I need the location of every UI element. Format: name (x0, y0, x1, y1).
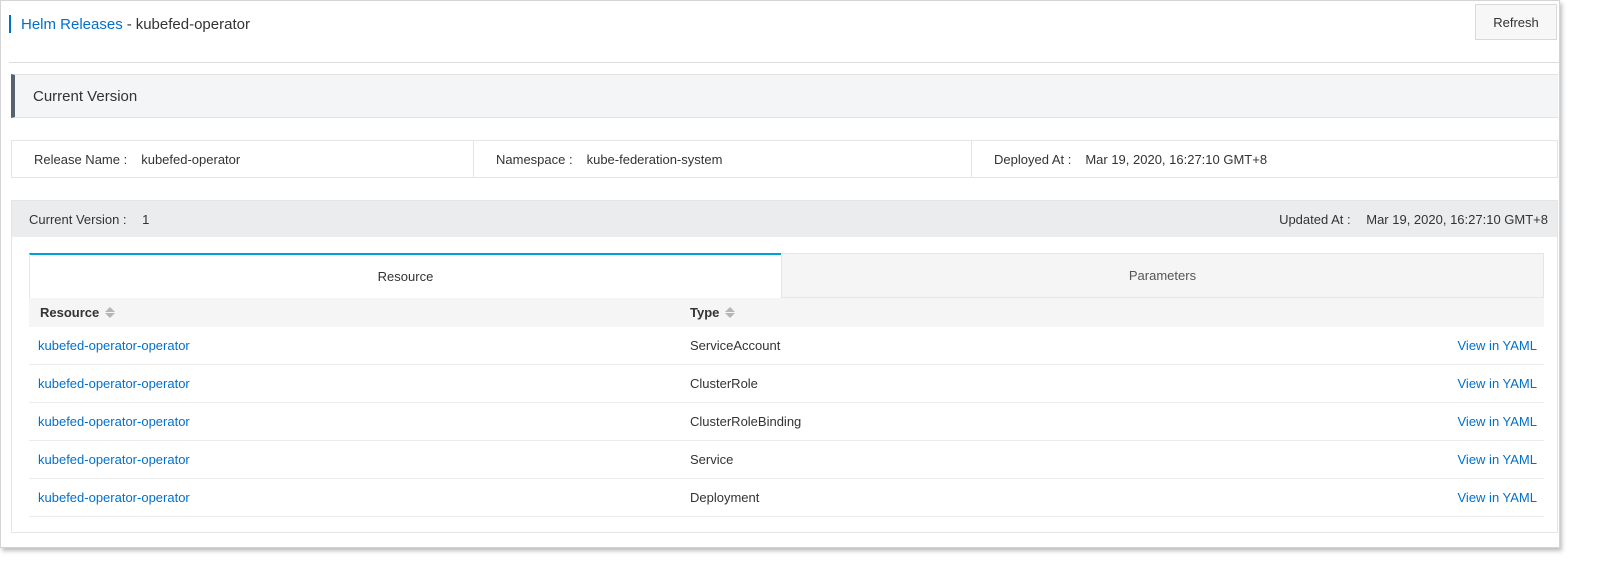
resource-type: ClusterRole (690, 376, 758, 391)
updated-at-value: Mar 19, 2020, 16:27:10 GMT+8 (1366, 211, 1548, 227)
resource-link[interactable]: kubefed-operator-operator (29, 376, 690, 391)
table-row: kubefed-operator-operator ServiceAccount… (29, 327, 1544, 365)
breadcrumb-helm-releases-link[interactable]: Helm Releases (21, 16, 123, 33)
sort-icon[interactable] (105, 307, 116, 318)
column-resource-label: Resource (40, 305, 100, 320)
breadcrumb-separator: - (126, 15, 132, 33)
release-info-row: Release Name : kubefed-operator Namespac… (11, 140, 1558, 178)
view-in-yaml-link[interactable]: View in YAML (1424, 452, 1544, 467)
table-row: kubefed-operator-operator Service View i… (29, 441, 1544, 479)
resource-link[interactable]: kubefed-operator-operator (29, 490, 690, 505)
deployed-at-label: Deployed At : (994, 151, 1072, 167)
view-in-yaml-link[interactable]: View in YAML (1424, 338, 1544, 353)
breadcrumb-current: kubefed-operator (135, 15, 250, 33)
view-in-yaml-link[interactable]: View in YAML (1424, 414, 1544, 429)
namespace-cell: Namespace : kube-federation-system (473, 141, 971, 177)
tab-bar: Resource Parameters (29, 253, 1544, 298)
updated-at: Updated At : Mar 19, 2020, 16:27:10 GMT+… (1279, 212, 1548, 227)
deployed-at-cell: Deployed At : Mar 19, 2020, 16:27:10 GMT… (971, 141, 1557, 177)
tab-parameters[interactable]: Parameters (781, 253, 1544, 298)
header-accent-bar (9, 15, 11, 33)
table-header: Resource Type (29, 298, 1544, 327)
version-bar: Current Version : 1 Updated At : Mar 19,… (12, 201, 1557, 237)
table-row: kubefed-operator-operator ClusterRoleBin… (29, 403, 1544, 441)
resource-type: Service (690, 452, 734, 467)
column-type-header[interactable]: Type (690, 305, 1544, 320)
version-panel: Current Version : 1 Updated At : Mar 19,… (11, 200, 1558, 533)
release-name-cell: Release Name : kubefed-operator (12, 141, 473, 177)
resource-type: ServiceAccount (690, 338, 781, 353)
refresh-button[interactable]: Refresh (1475, 4, 1557, 40)
release-name-label: Release Name : (34, 151, 128, 167)
view-in-yaml-link[interactable]: View in YAML (1424, 490, 1544, 505)
tab-resource[interactable]: Resource (29, 253, 781, 298)
column-resource-header[interactable]: Resource (29, 305, 690, 320)
resource-table: Resource Type kubefed-operator-operator … (29, 298, 1544, 517)
current-version-value: 1 (142, 211, 150, 227)
namespace-value: kube-federation-system (586, 151, 723, 167)
updated-at-label: Updated At : (1279, 211, 1351, 227)
resource-link[interactable]: kubefed-operator-operator (29, 338, 690, 353)
resource-type: ClusterRoleBinding (690, 414, 802, 429)
page-header: Helm Releases - kubefed-operator (9, 9, 1559, 39)
header-divider (9, 62, 1559, 63)
view-in-yaml-link[interactable]: View in YAML (1424, 376, 1544, 391)
release-name-value: kubefed-operator (141, 151, 241, 167)
namespace-label: Namespace : (496, 151, 573, 167)
table-row: kubefed-operator-operator ClusterRole Vi… (29, 365, 1544, 403)
current-version-label: Current Version : (29, 211, 127, 227)
column-type-label: Type (690, 305, 720, 320)
deployed-at-value: Mar 19, 2020, 16:27:10 GMT+8 (1085, 151, 1268, 167)
table-row: kubefed-operator-operator Deployment Vie… (29, 479, 1544, 517)
resource-type: Deployment (690, 490, 760, 505)
current-version: Current Version : 1 (29, 212, 149, 227)
resource-link[interactable]: kubefed-operator-operator (29, 414, 690, 429)
section-title: Current Version (11, 74, 1558, 118)
release-detail-page: Helm Releases - kubefed-operator Refresh… (0, 0, 1560, 548)
sort-icon[interactable] (725, 307, 736, 318)
resource-link[interactable]: kubefed-operator-operator (29, 452, 690, 467)
